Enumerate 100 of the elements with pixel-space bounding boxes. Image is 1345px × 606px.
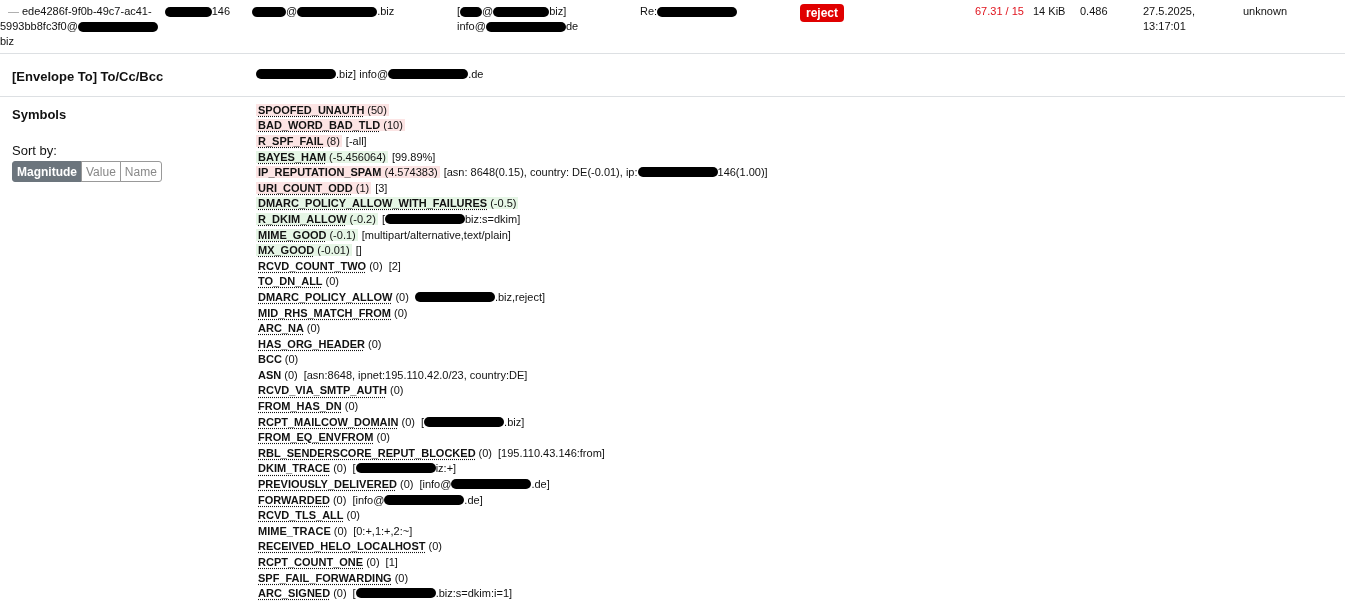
symbol-option: [: [352, 462, 356, 475]
sort-button[interactable]: Value: [81, 161, 121, 182]
symbol-name: RCVD_VIA_SMTP_AUTH: [258, 384, 387, 397]
symbol-score: (-0.01): [317, 244, 350, 257]
symbol-option: [1]: [385, 556, 398, 568]
symbol-name: FROM_HAS_DN: [258, 400, 342, 413]
symbol-score: (0): [399, 478, 414, 491]
symbol-name: ARC_NA: [258, 322, 304, 335]
symbol-score: (1): [355, 181, 370, 194]
symbol-name: IP_REPUTATION_SPAM: [258, 166, 382, 179]
message-id-text: 146: [211, 4, 230, 19]
symbol-option: [: [381, 212, 385, 225]
detail-label: Symbols: [11, 106, 68, 122]
symbol-name: MID_RHS_MATCH_FROM: [258, 306, 392, 319]
symbol-score: (0): [306, 322, 321, 335]
recipient-text: de: [565, 19, 579, 34]
symbol-score: (0): [284, 353, 299, 366]
symbol-score: (0): [344, 400, 359, 413]
symbol-score: (0): [366, 556, 380, 568]
symbol-name: MIME_GOOD: [258, 228, 327, 241]
symbol-option: biz:s=dkim]: [464, 212, 521, 225]
symbol-name: RBL_SENDERSCORE_REPUT_BLOCKED: [258, 446, 476, 459]
date-text: 13:17:01: [1143, 19, 1187, 34]
message-size: 14 KiB: [1033, 5, 1066, 17]
symbol-score: (0): [389, 384, 404, 397]
symbol-name: BAD_WORD_BAD_TLD: [258, 119, 381, 132]
symbol-option: [info@: [352, 493, 385, 506]
symbol-name: TO_DN_ALL: [258, 275, 323, 288]
sender-text: .biz: [377, 4, 395, 19]
sort-label: Sort by:: [11, 143, 58, 158]
message-id-text: biz: [0, 34, 15, 49]
symbol-score: (0): [478, 446, 493, 459]
symbol-option: .de]: [464, 493, 483, 506]
symbol-score: (0): [284, 368, 298, 381]
redaction-mark: [165, 6, 212, 17]
symbol-score: (0): [333, 462, 347, 475]
symbol-score: (8): [326, 135, 340, 147]
symbol-name: DKIM_TRACE: [258, 462, 331, 475]
symbol-name: SPF_FAIL_FORWARDING: [258, 571, 392, 584]
symbol-score: (0): [394, 306, 408, 319]
symbol-name: BAYES_HAM: [258, 150, 327, 163]
symbol-option: [: [352, 587, 356, 600]
symbol-option: [: [421, 415, 425, 428]
date-text: 27.5.2025,: [1143, 4, 1196, 19]
spam-score: 67.31 / 15: [975, 5, 1024, 17]
symbol-score: (4.574383): [384, 166, 438, 179]
symbol-name: RCVD_TLS_ALL: [258, 509, 344, 522]
symbol-option: [asn:8648, ipnet:195.110.42.0/23, country:DE]: [303, 368, 528, 381]
recipient-text: info@: [457, 19, 486, 34]
redaction-mark: [493, 6, 550, 17]
recipient-text: biz]: [549, 4, 567, 19]
recipient-text: @: [482, 4, 494, 19]
symbol-option: [99.89%]: [391, 150, 436, 163]
symbol-score: (-0.2): [349, 212, 376, 225]
symbol-name: FROM_EQ_ENVFROM: [258, 431, 374, 444]
symbol-option: [3]: [375, 181, 388, 194]
symbol-name: R_SPF_FAIL: [258, 135, 324, 147]
symbol-score: (0): [369, 259, 383, 272]
symbol-name: MX_GOOD: [258, 244, 315, 257]
symbol-name: PREVIOUSLY_DELIVERED: [258, 478, 397, 491]
sort-button[interactable]: Magnitude: [12, 161, 82, 182]
symbol-score: (0): [376, 431, 390, 444]
symbol-name: FORWARDED: [258, 493, 330, 506]
symbol-name: R_DKIM_ALLOW: [258, 212, 347, 225]
symbol-score: (0): [332, 493, 347, 506]
action-badge: reject: [800, 4, 845, 22]
symbol-option: [info@: [419, 478, 452, 491]
symbol-score: (0): [367, 337, 382, 350]
sender-text: @: [286, 4, 298, 19]
redaction-mark: [460, 6, 483, 17]
symbol-score: (-0.1): [329, 228, 356, 241]
symbol-score: (10): [383, 119, 403, 132]
symbol-option: []: [355, 244, 362, 257]
symbol-score: (0): [394, 571, 409, 584]
symbol-name: BCC: [258, 353, 282, 366]
message-id-text: ede4286f-9f0b-49c7-ac41-: [22, 4, 152, 19]
symbol-option: [-all]: [345, 135, 367, 147]
symbol-score: (0): [325, 275, 340, 288]
symbol-score: (0): [401, 415, 415, 428]
symbol-option: [0:+,1:+,2:~]: [353, 524, 413, 537]
symbol-score: (0): [428, 540, 442, 553]
symbol-score: (0): [346, 509, 360, 522]
sort-button[interactable]: Name: [119, 161, 162, 182]
symbol-name: ARC_SIGNED: [258, 587, 331, 600]
symbol-option: [2]: [388, 259, 401, 272]
score-value: 0.486: [1080, 5, 1108, 17]
symbol-score: (0): [333, 587, 347, 600]
collapse-toggle[interactable]: —: [8, 5, 19, 17]
recipient-text: .de: [468, 67, 484, 80]
symbol-name: DMARC_POLICY_ALLOW: [258, 290, 393, 303]
symbol-option: [195.110.43.146:from]: [498, 446, 605, 459]
user-text: unknown: [1243, 5, 1288, 17]
symbol-name: DMARC_POLICY_ALLOW_WITH_FAILURES: [258, 197, 488, 210]
redaction-mark: [252, 6, 286, 17]
symbol-name: RCVD_COUNT_TWO: [258, 259, 367, 272]
symbol-option: .biz:s=dkim:i=1]: [435, 587, 513, 600]
symbol-name: SPOOFED_UNAUTH: [258, 103, 365, 116]
symbol-score: (0): [333, 524, 348, 537]
symbol-name: ASN: [258, 368, 282, 381]
symbol-option: .biz,reject]: [494, 290, 546, 303]
